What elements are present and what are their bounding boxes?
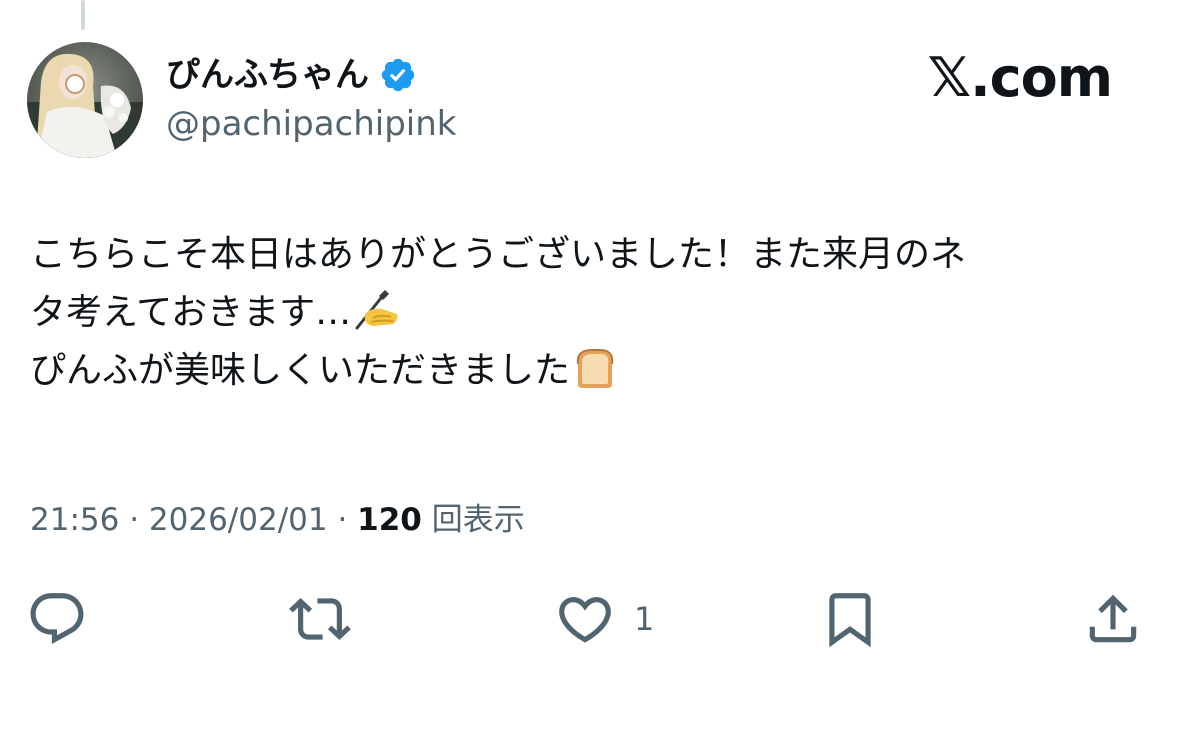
- verified-badge-icon: [381, 58, 415, 92]
- bookmark-icon: [829, 593, 871, 648]
- author-name-row: ぴんふちゃん: [166, 52, 417, 98]
- tweet-line-2-text: タ考えておきます…: [30, 292, 352, 333]
- avatar-image: [27, 42, 143, 158]
- avatar[interactable]: [27, 42, 143, 158]
- tweet-meta: 21:56 · 2026/02/01 · 120 回表示: [30, 498, 525, 542]
- retweet-icon: [289, 598, 351, 640]
- tweet-line-1: こちらこそ本日はありがとうございました！また来月のネ: [30, 234, 967, 275]
- meta-separator: ·: [119, 502, 149, 538]
- views-label: 回表示: [421, 502, 525, 538]
- like-button[interactable]: 1: [554, 587, 654, 651]
- tweet-line-3: ぴんふが美味しくいただきました: [30, 342, 1150, 400]
- retweet-button[interactable]: [289, 587, 351, 651]
- display-name[interactable]: ぴんふちゃん: [166, 52, 369, 98]
- reply-button[interactable]: [26, 587, 88, 651]
- meta-separator: ·: [327, 502, 358, 538]
- tweet-text: こちらこそ本日はありがとうございました！また来月のネ タ考えておきます… ぴんふ…: [30, 226, 1150, 400]
- share-icon: [1089, 594, 1137, 643]
- tweet-line-2: タ考えておきます…: [30, 284, 1150, 342]
- writing-hand-emoji: [355, 290, 398, 330]
- reply-icon: [30, 593, 84, 645]
- author-handle[interactable]: @pachipachipink: [166, 102, 456, 146]
- tweet-line-3-text: ぴんふが美味しくいただきました: [30, 350, 571, 391]
- share-button[interactable]: [1082, 587, 1144, 651]
- tweet-date[interactable]: 2026/02/01: [149, 502, 328, 538]
- bookmark-button[interactable]: [819, 587, 881, 651]
- tweet-time[interactable]: 21:56: [30, 502, 119, 538]
- site-brand: 𝕏.com: [927, 46, 1113, 109]
- like-count: 1: [634, 600, 655, 638]
- bread-emoji: [576, 349, 614, 388]
- thread-connector-line: [81, 0, 85, 30]
- views-count: 120: [357, 502, 422, 538]
- heart-icon: [559, 597, 611, 643]
